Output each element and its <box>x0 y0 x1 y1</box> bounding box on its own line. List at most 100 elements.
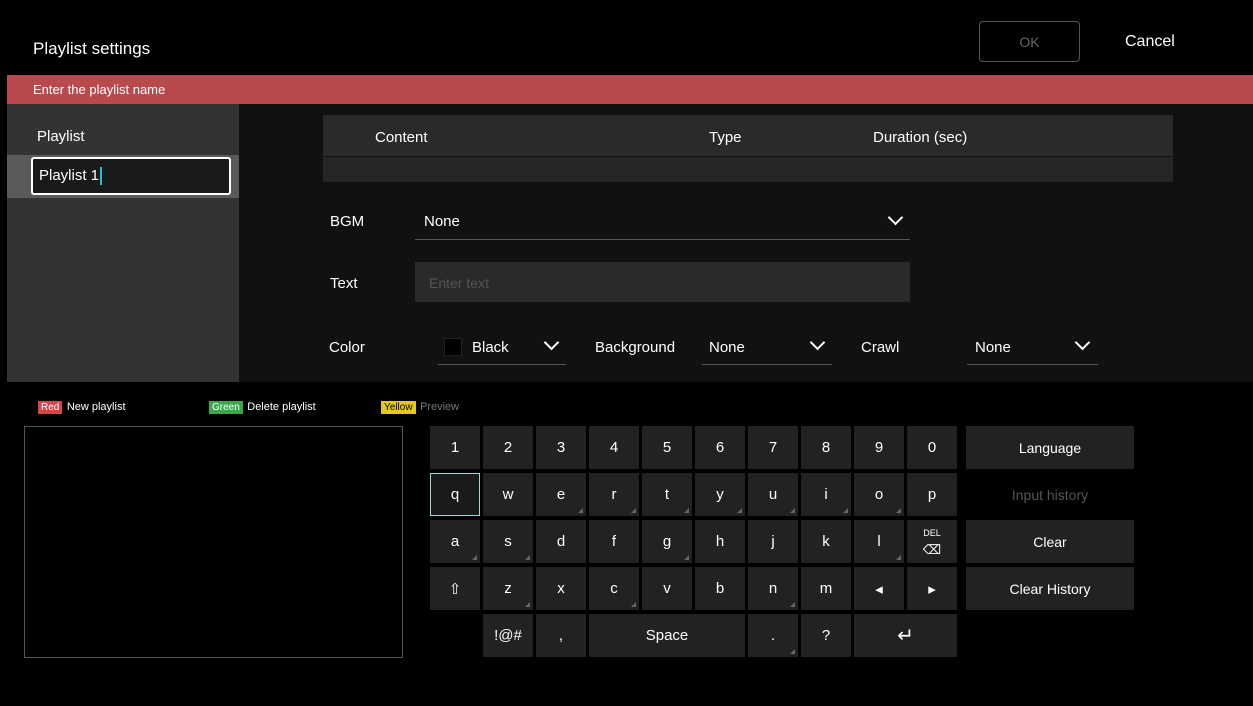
key-0-label: 0 <box>927 439 937 456</box>
key-7[interactable]: 7 <box>748 426 798 469</box>
ok-button[interactable]: OK <box>979 21 1080 62</box>
key-w[interactable]: w <box>483 473 533 516</box>
symbols-key[interactable]: !@# <box>483 614 533 657</box>
key-j[interactable]: j <box>748 520 798 563</box>
key-v-label: v <box>663 580 671 597</box>
playlist-name-input[interactable]: Playlist 1 <box>31 157 231 195</box>
key-8-label: 8 <box>821 439 831 456</box>
key-4[interactable]: 4 <box>589 426 639 469</box>
chevron-down-icon <box>809 334 826 351</box>
key-z[interactable]: z <box>483 567 533 610</box>
key-5[interactable]: 5 <box>642 426 692 469</box>
key-o[interactable]: o <box>854 473 904 516</box>
green-key-badge: Green <box>209 401 243 414</box>
enter-key-label: ↵ <box>897 625 914 647</box>
comma-key[interactable]: , <box>536 614 586 657</box>
key-h[interactable]: h <box>695 520 745 563</box>
key-i-label: i <box>824 486 828 503</box>
shift-key[interactable]: ⇧ <box>430 567 480 610</box>
key-g[interactable]: g <box>642 520 692 563</box>
key-k[interactable]: k <box>801 520 851 563</box>
key-x[interactable]: x <box>536 567 586 610</box>
page-title: Playlist settings <box>33 39 151 58</box>
crawl-select[interactable]: None <box>967 325 1098 365</box>
key-p[interactable]: p <box>907 473 957 516</box>
long-press-indicator-icon <box>790 602 795 607</box>
key-p-label: p <box>927 486 937 503</box>
crawl-underline <box>967 364 1098 365</box>
key-c[interactable]: c <box>589 567 639 610</box>
cancel-button[interactable]: Cancel <box>1125 33 1175 51</box>
key-2[interactable]: 2 <box>483 426 533 469</box>
key-v[interactable]: v <box>642 567 692 610</box>
key-c-label: c <box>610 580 618 597</box>
text-input[interactable] <box>415 262 910 302</box>
question-key[interactable]: ? <box>801 614 851 657</box>
cursor-left-key[interactable]: ◂ <box>854 567 904 610</box>
clear-button[interactable]: Clear <box>966 520 1134 563</box>
column-duration: Duration (sec) <box>873 129 968 146</box>
key-a[interactable]: a <box>430 520 480 563</box>
space-key[interactable]: Space <box>589 614 745 657</box>
bgm-select[interactable]: None <box>415 200 910 240</box>
long-press-indicator-icon <box>631 602 636 607</box>
cursor-right-key[interactable]: ▸ <box>907 567 957 610</box>
symbols-key-label: !@# <box>494 627 522 644</box>
long-press-indicator-icon <box>790 508 795 513</box>
long-press-indicator-icon <box>578 508 583 513</box>
key-s[interactable]: s <box>483 520 533 563</box>
legend-yellow: Yellow Preview <box>381 397 459 415</box>
key-y[interactable]: y <box>695 473 745 516</box>
language-button[interactable]: Language <box>966 426 1134 469</box>
key-3[interactable]: 3 <box>536 426 586 469</box>
key-1[interactable]: 1 <box>430 426 480 469</box>
preview-area <box>24 426 403 658</box>
key-h-label: h <box>715 533 725 550</box>
background-select[interactable]: None <box>702 325 832 365</box>
period-key[interactable]: . <box>748 614 798 657</box>
delete-key-label: DEL <box>923 528 941 538</box>
key-m-label: m <box>819 580 833 597</box>
playlist-pane <box>7 104 239 382</box>
legend-red: Red New playlist <box>38 397 126 415</box>
long-press-indicator-icon <box>896 508 901 513</box>
key-b[interactable]: b <box>695 567 745 610</box>
key-0[interactable]: 0 <box>907 426 957 469</box>
key-6-label: 6 <box>715 439 725 456</box>
key-d-label: d <box>556 533 566 550</box>
key-l-label: l <box>877 533 881 550</box>
content-table-header <box>323 115 1173 156</box>
legend-red-label: New playlist <box>66 401 126 413</box>
backspace-icon: ⌫ <box>922 542 942 557</box>
key-6[interactable]: 6 <box>695 426 745 469</box>
key-l[interactable]: l <box>854 520 904 563</box>
delete-key[interactable]: DEL ⌫ <box>907 520 957 563</box>
clear-history-button[interactable]: Clear History <box>966 567 1134 610</box>
column-content: Content <box>375 129 428 146</box>
key-q[interactable]: q <box>430 473 480 516</box>
input-history-button[interactable]: Input history <box>966 473 1134 516</box>
content-table-row[interactable] <box>323 157 1173 182</box>
key-m[interactable]: m <box>801 567 851 610</box>
key-w-label: w <box>502 486 514 503</box>
key-r[interactable]: r <box>589 473 639 516</box>
key-t-label: t <box>664 486 670 503</box>
bgm-label: BGM <box>330 213 365 230</box>
key-2-label: 2 <box>503 439 513 456</box>
key-9[interactable]: 9 <box>854 426 904 469</box>
period-key-label: . <box>770 627 776 644</box>
key-u[interactable]: u <box>748 473 798 516</box>
key-d[interactable]: d <box>536 520 586 563</box>
key-n[interactable]: n <box>748 567 798 610</box>
background-value: None <box>709 339 745 356</box>
key-i[interactable]: i <box>801 473 851 516</box>
enter-key[interactable]: ↵ <box>854 614 957 657</box>
long-press-indicator-icon <box>790 649 795 654</box>
key-t[interactable]: t <box>642 473 692 516</box>
key-e-label: e <box>556 486 566 503</box>
key-8[interactable]: 8 <box>801 426 851 469</box>
key-f[interactable]: f <box>589 520 639 563</box>
key-e[interactable]: e <box>536 473 586 516</box>
key-1-label: 1 <box>450 439 460 456</box>
background-label: Background <box>595 339 676 356</box>
